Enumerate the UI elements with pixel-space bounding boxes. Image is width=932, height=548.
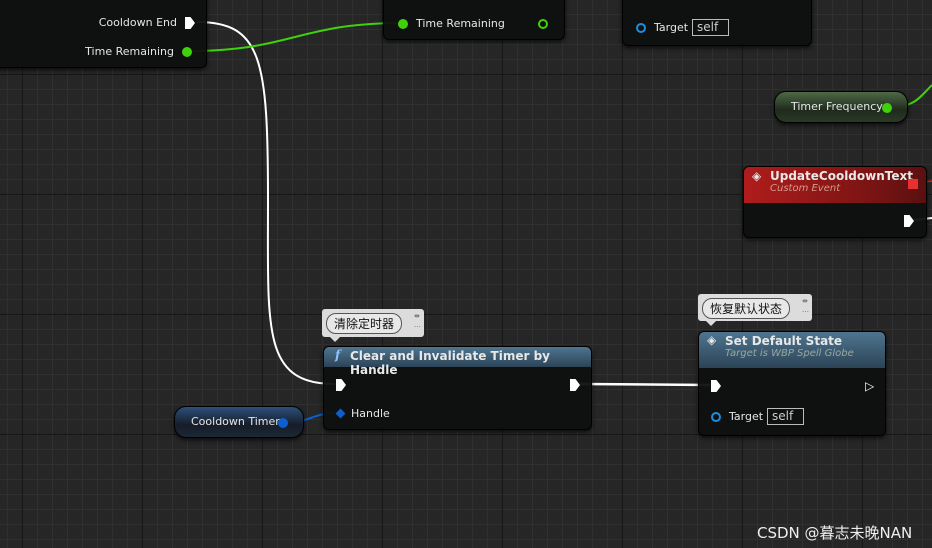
pin-label-time-remaining: Time Remaining — [416, 17, 505, 30]
function-icon: ◈ — [707, 333, 717, 347]
function-icon: f — [335, 348, 341, 362]
node-title: Clear and Invalidate Timer by Handle — [350, 349, 551, 377]
pin-comment-icon[interactable]: ⇼… — [414, 312, 421, 330]
target-input[interactable]: self — [767, 408, 804, 425]
float-out-pin[interactable] — [182, 47, 192, 57]
event-icon: ◈ — [752, 169, 762, 183]
float-in-pin[interactable] — [398, 19, 408, 29]
pin-label-time-remaining: Time Remaining — [85, 45, 174, 58]
delegate-pin[interactable] — [908, 179, 918, 189]
node-top-left[interactable]: Cooldown End Time Remaining — [0, 0, 207, 68]
float-out-pin[interactable] — [538, 19, 548, 29]
pin-comment-icon[interactable]: ⇼… — [802, 297, 809, 315]
node-subtitle: Custom Event — [770, 183, 841, 194]
pin-label-cooldown-end: Cooldown End — [98, 16, 177, 29]
comment-bubble-set-default[interactable]: 恢复默认状态 ⇼… — [698, 294, 812, 326]
exec-wire-cooldown-end — [196, 21, 336, 385]
variable-label: Cooldown Timer — [191, 415, 280, 428]
target-pin-icon[interactable] — [636, 23, 646, 33]
exec-out-pin[interactable]: ▷ — [865, 379, 874, 393]
float-out-pin[interactable] — [882, 103, 892, 113]
target-pin-icon[interactable] — [711, 412, 721, 422]
target-label: Target — [729, 410, 764, 423]
node-update-cooldown-text[interactable]: ◈ UpdateCooldownText Custom Event — [743, 166, 927, 238]
node-title: UpdateCooldownText — [770, 169, 913, 183]
struct-out-pin[interactable] — [278, 418, 288, 428]
exec-out-pin[interactable] — [185, 17, 195, 29]
variable-cooldown-timer[interactable]: Cooldown Timer — [174, 406, 304, 438]
node-title: Set Default State — [725, 334, 843, 348]
node-top-right[interactable]: Target self — [622, 0, 812, 46]
exec-in-pin[interactable] — [711, 380, 721, 392]
node-set-default-state[interactable]: ◈ Set Default State Target is WBP Spell … — [698, 331, 886, 436]
comment-text: 清除定时器 — [326, 313, 403, 334]
target-input[interactable]: self — [692, 19, 729, 36]
variable-label: Timer Frequency — [791, 100, 883, 113]
wires — [189, 21, 932, 423]
exec-out-pin[interactable] — [904, 215, 914, 227]
exec-out-pin[interactable] — [570, 379, 580, 391]
node-subtitle: Target is WBP Spell Globe — [725, 348, 854, 359]
float-wire-time-remaining — [189, 22, 401, 52]
struct-pin-icon[interactable] — [335, 408, 346, 419]
comment-bubble-clear[interactable]: 清除定时器 ⇼… — [322, 309, 424, 342]
handle-label: Handle — [351, 407, 390, 420]
node-top-middle[interactable]: Time Remaining — [383, 0, 565, 40]
exec-in-pin[interactable] — [336, 379, 346, 391]
exec-wire-clear-to-set — [579, 382, 711, 387]
node-clear-invalidate-timer[interactable]: f Clear and Invalidate Timer by Handle H… — [323, 346, 592, 430]
watermark: CSDN @暮志未晚NAN — [757, 524, 913, 542]
variable-timer-frequency[interactable]: Timer Frequency — [774, 91, 908, 123]
target-label: Target — [654, 21, 689, 34]
comment-text: 恢复默认状态 — [702, 298, 791, 319]
